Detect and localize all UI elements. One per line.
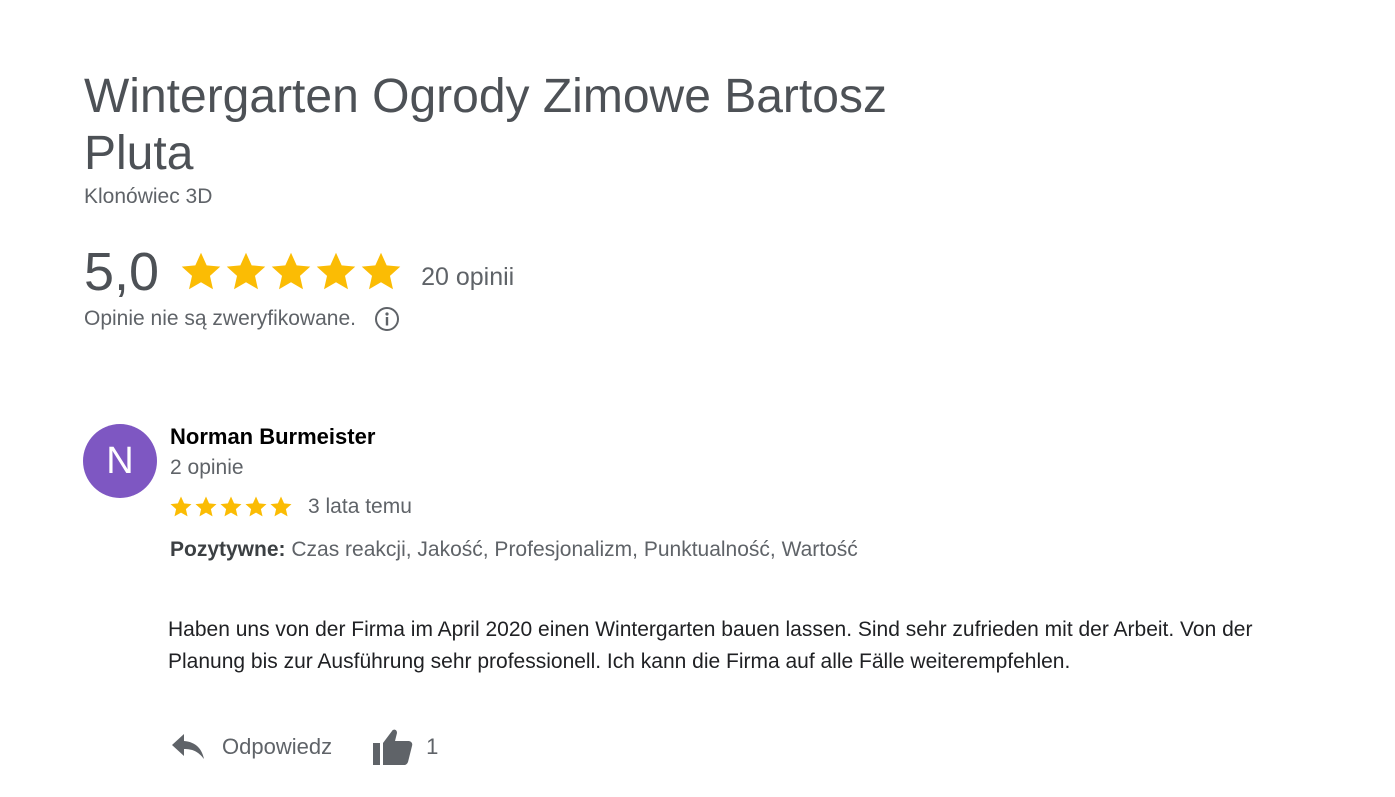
review-actions: Odpowiedz 1 bbox=[170, 728, 438, 766]
star-icon bbox=[226, 252, 266, 290]
rating-score: 5,0 bbox=[84, 242, 160, 302]
reviewer-name[interactable]: Norman Burmeister bbox=[170, 424, 375, 450]
reviewer-review-count: 2 opinie bbox=[170, 456, 244, 479]
reply-button[interactable]: Odpowiedz bbox=[170, 732, 332, 762]
avatar[interactable]: N bbox=[83, 424, 157, 498]
review-text: Haben uns von der Firma im April 2020 ei… bbox=[168, 618, 1253, 673]
unverified-text: Opinie nie są zweryfikowane. bbox=[84, 307, 356, 330]
star-icon bbox=[220, 496, 242, 517]
business-title: Wintergarten Ogrody Zimowe Bartosz Pluta bbox=[84, 70, 887, 180]
business-location: Klonówiec 3D bbox=[84, 185, 213, 208]
star-icon bbox=[316, 252, 356, 290]
info-icon[interactable] bbox=[374, 306, 400, 332]
review-meta: 3 lata temu bbox=[169, 495, 412, 519]
star-icon bbox=[361, 252, 401, 290]
star-icon bbox=[270, 496, 292, 517]
rating-summary: 5,0 20 opinii bbox=[84, 240, 514, 304]
reply-arrow-icon bbox=[172, 734, 204, 759]
attributes-label: Pozytywne: bbox=[170, 538, 286, 561]
star-icon bbox=[245, 496, 267, 517]
review-time: 3 lata temu bbox=[308, 495, 412, 518]
reply-label: Odpowiedz bbox=[222, 734, 333, 759]
review-count-link[interactable]: 20 opinii bbox=[421, 263, 514, 292]
star-icon bbox=[170, 496, 192, 517]
like-count: 1 bbox=[426, 734, 439, 759]
star-icon bbox=[271, 252, 311, 290]
review-attributes: Pozytywne: Czas reakcji, Jakość, Profesj… bbox=[170, 538, 858, 562]
attributes-values: Czas reakcji, Jakość, Profesjonalizm, Pu… bbox=[291, 538, 858, 561]
review-stars bbox=[169, 495, 293, 519]
unverified-notice: Opinie nie są zweryfikowane. bbox=[84, 306, 400, 332]
star-icon bbox=[181, 252, 221, 290]
thumbs-up-icon bbox=[373, 729, 413, 765]
star-icon bbox=[195, 496, 217, 517]
like-button[interactable]: 1 bbox=[372, 728, 438, 766]
rating-stars bbox=[179, 250, 403, 294]
